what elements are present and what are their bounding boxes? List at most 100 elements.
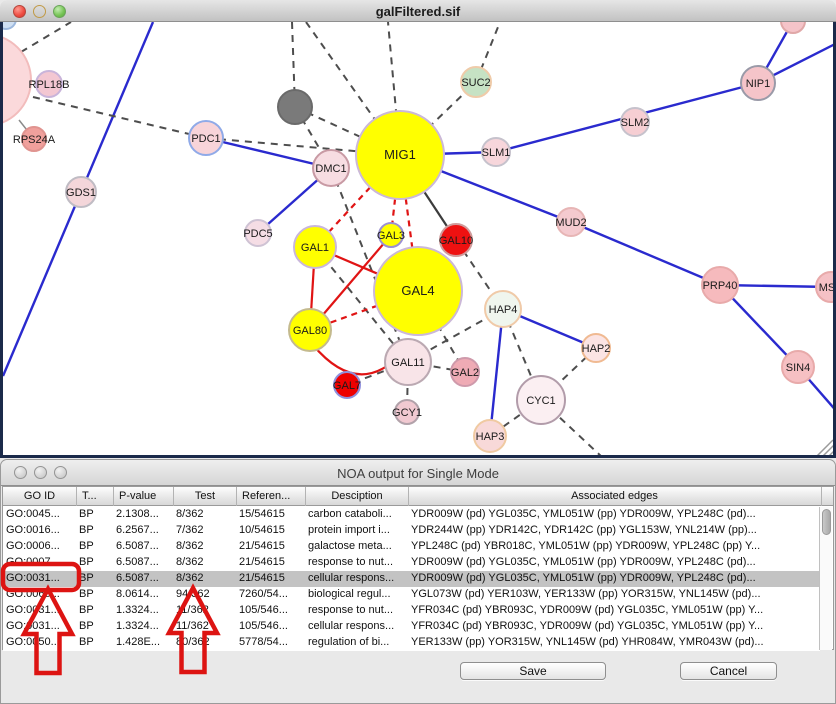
table-cell: 7/362	[176, 524, 235, 536]
table-row[interactable]: GO:0045...BP2.1308...8/36215/54615carbon…	[3, 507, 820, 523]
table-cell: galactose meta...	[308, 540, 407, 552]
table-cell: GO:0006...	[6, 540, 75, 552]
node-top-right-pink[interactable]	[781, 22, 805, 33]
table-cell: 6.5087...	[116, 572, 172, 584]
table-cell: 7260/54...	[239, 588, 304, 600]
node-label-GDS1: GDS1	[66, 187, 96, 199]
network-edge[interactable]	[206, 138, 331, 168]
table-cell: BP	[79, 540, 112, 552]
network-edge[interactable]	[571, 222, 720, 285]
table-row[interactable]: GO:0031...BP1.3324...11/362105/546...res…	[3, 603, 820, 619]
table-cell: 105/546...	[239, 620, 304, 632]
table-cell: YFR034C (pd) YBR093C, YDR009W (pd) YGL03…	[411, 604, 820, 616]
network-window: galFiltered.sif RPL18BRPS24AGDS1PDC1PDC5…	[0, 0, 836, 458]
table-cell: GO:0031...	[6, 604, 75, 616]
node-label-GCY1: GCY1	[392, 407, 422, 419]
table-cell: YPL248C (pd) YBR018C, YML051W (pp) YDR00…	[411, 540, 820, 552]
node-label-SIN4: SIN4	[786, 362, 810, 374]
table-cell: YER133W (pp) YOR315W, YNL145W (pd) YHR08…	[411, 636, 820, 648]
noa-window-titlebar[interactable]: NOA output for Single Mode	[1, 460, 835, 486]
column-header-desciption[interactable]: Desciption	[305, 487, 408, 506]
network-canvas[interactable]: RPL18BRPS24AGDS1PDC1PDC5MIG1DMC1SUC2SLM1…	[0, 22, 836, 458]
table-cell: GO:0050...	[6, 636, 75, 648]
table-row[interactable]: GO:0006...BP6.5087...8/36221/54615galact…	[3, 539, 820, 555]
network-edge[interactable]	[490, 309, 503, 436]
node-label-GAL1: GAL1	[301, 242, 329, 254]
table-cell: cellular respons...	[308, 620, 407, 632]
table-cell: 10/54615	[239, 524, 304, 536]
table-cell: 8/362	[176, 508, 235, 520]
node-label-DMC1: DMC1	[315, 163, 346, 175]
table-cell: GO:0016...	[6, 524, 75, 536]
node-label-CYC1: CYC1	[526, 395, 555, 407]
node-label-HAP3: HAP3	[476, 431, 505, 443]
table-cell: BP	[79, 604, 112, 616]
noa-output-window: NOA output for Single Mode GO IDT...P-va…	[0, 459, 836, 704]
table-cell: YDR009W (pd) YGL035C, YML051W (pp) YDR00…	[411, 572, 820, 584]
table-cell: GO:0045...	[6, 508, 75, 520]
node-label-GAL11: GAL11	[391, 357, 424, 369]
node-label-GAL4: GAL4	[401, 283, 434, 298]
table-cell: YDR009W (pd) YGL035C, YML051W (pp) YDR00…	[411, 556, 820, 568]
table-row[interactable]: GO:0007...BP6.5087...8/36221/54615respon…	[3, 555, 820, 571]
column-header-go-id[interactable]: GO ID	[3, 487, 76, 506]
table-cell: BP	[79, 508, 112, 520]
node-label-SLM1: SLM1	[482, 147, 511, 159]
column-header-associated-edges[interactable]: Associated edges	[408, 487, 820, 506]
table-cell: 21/54615	[239, 556, 304, 568]
column-header-referen-[interactable]: Referen...	[236, 487, 305, 506]
table-cell: 1.428E...	[116, 636, 172, 648]
table-cell: 8/362	[176, 556, 235, 568]
node-label-GAL2: GAL2	[451, 367, 479, 379]
noa-results-table: GO IDT...P-valueTestReferen...Desciption…	[2, 486, 834, 650]
column-header-p-value[interactable]: P-value	[113, 487, 173, 506]
table-cell: regulation of bi...	[308, 636, 407, 648]
network-edge[interactable]	[21, 22, 71, 52]
table-cell: BP	[79, 524, 112, 536]
table-cell: carbon cataboli...	[308, 508, 407, 520]
table-cell: BP	[79, 588, 112, 600]
table-cell: YDR009W (pd) YGL035C, YML051W (pp) YDR00…	[411, 508, 820, 520]
table-cell: YFR034C (pd) YBR093C, YDR009W (pd) YGL03…	[411, 620, 820, 632]
table-cell: 21/54615	[239, 572, 304, 584]
table-cell: YDR244W (pp) YDR142C, YDR142C (pp) YGL15…	[411, 524, 820, 536]
node-label-MSN: MSN	[819, 282, 836, 294]
node-gray-node[interactable]	[278, 90, 312, 124]
table-row[interactable]: GO:0031...BP6.5087...8/36221/54615cellul…	[3, 571, 820, 587]
table-cell: 1.3324...	[116, 620, 172, 632]
network-window-titlebar[interactable]: galFiltered.sif	[0, 0, 836, 22]
node-label-SUC2: SUC2	[461, 77, 490, 89]
node-label-GAL3: GAL3	[377, 230, 405, 242]
noa-window-title: NOA output for Single Mode	[1, 466, 835, 481]
node-label-GAL10: GAL10	[439, 235, 473, 247]
table-cell: GO:0065...	[6, 588, 75, 600]
table-row[interactable]: GO:0031...BP1.3324...11/362105/546...cel…	[3, 619, 820, 635]
table-cell: BP	[79, 556, 112, 568]
table-cell: 11/362	[176, 620, 235, 632]
node-label-PDC1: PDC1	[191, 133, 220, 145]
node-label-PRP40: PRP40	[703, 280, 738, 292]
table-cell: 15/54615	[239, 508, 304, 520]
table-cell: GO:0007...	[6, 556, 75, 568]
table-row[interactable]: GO:0065...BP8.0614...94/3627260/54...bio…	[3, 587, 820, 603]
save-button[interactable]: Save	[460, 662, 606, 680]
column-header-test[interactable]: Test	[173, 487, 236, 506]
network-edge[interactable]	[313, 345, 387, 374]
node-corner-tl[interactable]	[0, 22, 16, 29]
table-cell: 1.3324...	[116, 604, 172, 616]
table-cell: YGL073W (pd) YER103W, YER133W (pp) YOR31…	[411, 588, 820, 600]
table-cell: 94/362	[176, 588, 235, 600]
table-row[interactable]: GO:0050...BP1.428E...80/3625778/54...reg…	[3, 635, 820, 651]
cancel-button[interactable]: Cancel	[680, 662, 777, 680]
column-header-t-[interactable]: T...	[76, 487, 113, 506]
table-cell: 80/362	[176, 636, 235, 648]
table-scrollbar[interactable]	[819, 507, 832, 650]
node-label-GAL80: GAL80	[293, 325, 327, 337]
table-cell: protein import i...	[308, 524, 407, 536]
scrollbar-thumb[interactable]	[822, 509, 831, 535]
network-graph[interactable]: RPL18BRPS24AGDS1PDC1PDC5MIG1DMC1SUC2SLM1…	[0, 22, 836, 458]
table-cell: 8.0614...	[116, 588, 172, 600]
table-row[interactable]: GO:0016...BP6.2567...7/36210/54615protei…	[3, 523, 820, 539]
node-label-MIG1: MIG1	[384, 147, 416, 162]
table-cell: response to nut...	[308, 556, 407, 568]
